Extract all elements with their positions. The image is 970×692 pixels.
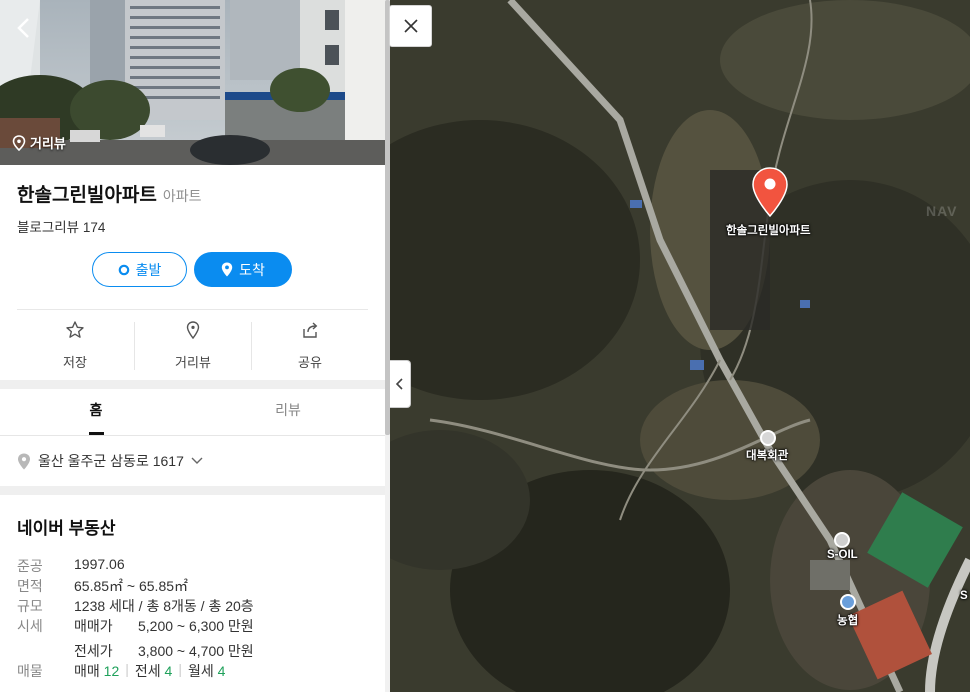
info-key: 규모 — [17, 598, 43, 614]
place-photo[interactable]: 거리뷰 — [0, 0, 385, 165]
listing-jeonse[interactable]: 전세 4 — [135, 661, 172, 681]
info-row-scale: 규모 1238 세대 / 총 8개동 / 총 20층 — [17, 596, 254, 616]
share-arrow-icon — [303, 322, 318, 338]
roadview-label: 거리뷰 — [175, 355, 211, 370]
circle-dot-icon — [118, 264, 129, 275]
poi-gas-label[interactable]: S-OIL — [827, 549, 858, 561]
share-button[interactable]: 공유 — [251, 320, 369, 371]
tab-home[interactable]: 홈 — [0, 400, 192, 420]
satellite-imagery — [390, 0, 970, 692]
tab-review[interactable]: 리뷰 — [192, 400, 384, 420]
info-key: 준공 — [17, 558, 43, 574]
gas-station-icon[interactable] — [834, 532, 850, 548]
close-button[interactable] — [389, 5, 432, 47]
place-marker[interactable] — [750, 166, 790, 223]
bank-icon[interactable] — [840, 594, 856, 610]
chevron-down-icon — [191, 457, 203, 464]
info-row-jeonse: 전세가 3,800 ~ 4,700 만원 — [17, 641, 254, 661]
roadview-button[interactable]: 거리뷰 — [134, 320, 252, 371]
listing-sale-count: 12 — [103, 663, 120, 679]
address-text: 울산 울주군 삼동로 1617 — [38, 453, 184, 469]
save-button[interactable]: 저장 — [16, 320, 134, 371]
arrive-button[interactable]: 도착 — [194, 252, 292, 287]
chevron-left-icon — [395, 378, 403, 390]
listing-monthly[interactable]: 월세 4 — [188, 661, 225, 681]
listing-sale[interactable]: 매매 12 — [74, 661, 119, 681]
roadview-tag-label: 거리뷰 — [30, 136, 66, 151]
price-jeonse-value: 3,800 ~ 4,700 만원 — [138, 643, 254, 659]
pin-outline-icon — [186, 321, 200, 340]
map-edge-label: S — [960, 590, 968, 602]
arrive-button-label: 도착 — [239, 261, 265, 278]
divider — [17, 309, 368, 310]
share-label: 공유 — [298, 355, 322, 370]
tab-border — [0, 435, 385, 436]
info-key: 시세 — [17, 618, 43, 634]
realestate-title: 네이버 부동산 — [17, 519, 116, 538]
section-gap — [0, 486, 385, 495]
map-watermark: NAV — [926, 203, 958, 219]
info-value: 1238 세대 / 총 8개동 / 총 20층 — [74, 598, 254, 614]
info-row-price: 시세 매매가 5,200 ~ 6,300 만원 — [17, 616, 254, 636]
info-key: 매물 — [17, 663, 43, 679]
poi-hall-marker[interactable] — [760, 430, 776, 446]
close-icon — [403, 19, 418, 33]
location-pin-icon — [752, 167, 788, 218]
satellite-map[interactable]: 한솔그린빌아파트 대복회관 S-OIL 농협 NAV S — [390, 0, 970, 692]
info-row-area: 면적 65.85㎡ ~ 65.85㎡ — [17, 576, 188, 596]
listing-sale-label: 매매 — [74, 663, 100, 679]
location-pin-icon — [18, 453, 30, 469]
start-button[interactable]: 출발 — [92, 252, 187, 287]
poi-hall-label[interactable]: 대복회관 — [746, 447, 788, 463]
info-value: 65.85㎡ ~ 65.85㎡ — [74, 578, 189, 594]
price-sale-key: 매매가 — [74, 618, 113, 634]
place-detail-panel: 거리뷰 한솔그린빌아파트 아파트 블로그리뷰 174 출발 도착 저장 거리뷰 — [0, 0, 385, 692]
listing-monthly-label: 월세 — [187, 663, 214, 679]
back-button[interactable] — [10, 14, 38, 42]
location-pin-outline-icon — [12, 134, 26, 151]
review-count: 174 — [82, 220, 106, 235]
review-label: 블로그리뷰 — [17, 220, 80, 235]
blog-review-count[interactable]: 블로그리뷰 174 — [17, 216, 105, 236]
place-name: 한솔그린빌아파트 — [17, 185, 157, 206]
price-jeonse-key: 전세가 — [74, 643, 113, 659]
app-root: 거리뷰 한솔그린빌아파트 아파트 블로그리뷰 174 출발 도착 저장 거리뷰 — [0, 0, 970, 692]
roadview-tag[interactable]: 거리뷰 — [12, 133, 66, 152]
info-value: 1997.06 — [74, 556, 125, 572]
info-row-listings: 매물 매매 12 | 전세 4 | 월세 4 — [17, 661, 225, 681]
address-row[interactable]: 울산 울주군 삼동로 1617 — [17, 451, 203, 471]
info-key: 면적 — [17, 578, 43, 594]
info-row-completion: 준공 1997.06 — [17, 556, 125, 576]
chevron-left-icon — [17, 18, 29, 38]
save-label: 저장 — [63, 355, 87, 370]
panel-collapse-button[interactable] — [390, 360, 411, 408]
place-header: 한솔그린빌아파트 아파트 — [17, 180, 201, 207]
section-gap — [0, 380, 385, 389]
listing-jeonse-count: 4 — [164, 663, 173, 679]
place-category: 아파트 — [162, 188, 202, 204]
pipe-divider: | — [125, 661, 129, 677]
location-pin-icon — [221, 262, 233, 277]
map-place-label[interactable]: 한솔그린빌아파트 — [726, 222, 811, 238]
listing-jeonse-label: 전세 — [134, 663, 161, 679]
pipe-divider: | — [178, 661, 182, 677]
listing-monthly-count: 4 — [217, 663, 226, 679]
start-button-label: 출발 — [135, 261, 162, 278]
star-outline-icon — [66, 321, 84, 338]
price-sale-value: 5,200 ~ 6,300 만원 — [138, 618, 254, 634]
poi-bank-label[interactable]: 농협 — [837, 612, 858, 628]
